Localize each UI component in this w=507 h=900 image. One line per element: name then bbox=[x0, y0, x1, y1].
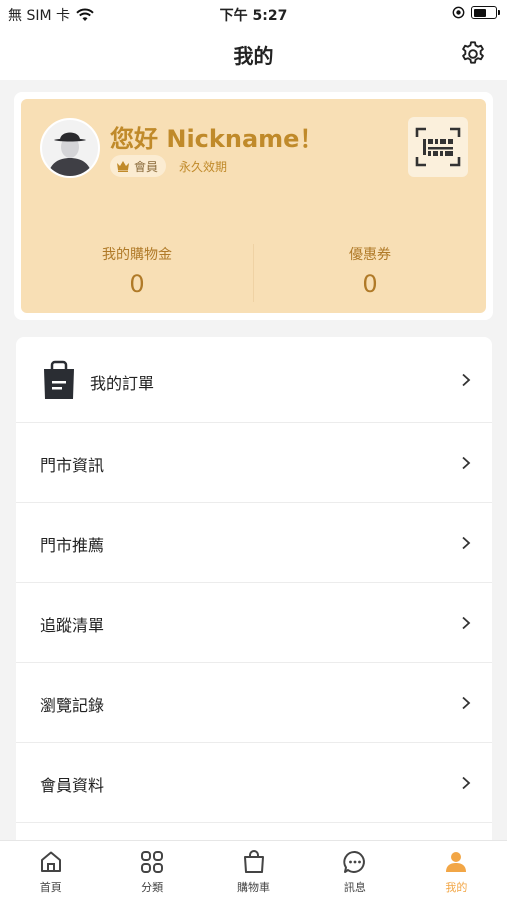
menu-item-label: 會員資料 bbox=[40, 776, 105, 795]
tab-label: 分類 bbox=[141, 881, 164, 894]
avatar[interactable] bbox=[40, 118, 100, 178]
shopping-bag-icon bbox=[44, 360, 74, 399]
shopping-credit-value: 0 bbox=[129, 270, 145, 298]
menu-item-store-info[interactable]: 門市資訊 bbox=[16, 423, 492, 503]
status-time: 下午 5:27 bbox=[219, 8, 288, 24]
tab-bar: 首頁 分類 購物車 訊息 我的 bbox=[0, 840, 507, 900]
menu-item-label: 門市推薦 bbox=[40, 536, 105, 555]
menu-item-history[interactable]: 瀏覽記錄 bbox=[16, 663, 492, 743]
chevron-right-icon bbox=[462, 456, 471, 470]
barcode-scan-icon bbox=[415, 127, 461, 167]
tab-profile[interactable]: 我的 bbox=[406, 841, 507, 900]
tab-label: 我的 bbox=[445, 881, 468, 894]
chevron-right-icon bbox=[462, 696, 471, 710]
greeting-text: 您好 Nickname！ bbox=[110, 125, 324, 153]
tab-category[interactable]: 分類 bbox=[101, 841, 202, 900]
chevron-right-icon bbox=[462, 616, 471, 630]
menu-item-orders[interactable]: 我的訂單 bbox=[16, 337, 492, 423]
coupon-value: 0 bbox=[362, 270, 378, 298]
chevron-right-icon bbox=[462, 776, 471, 790]
status-right bbox=[452, 6, 500, 19]
chevron-right-icon bbox=[462, 373, 471, 387]
orientation-lock-icon bbox=[452, 6, 465, 19]
member-level-badge: 會員 bbox=[110, 155, 167, 177]
tab-cart[interactable]: 購物車 bbox=[203, 841, 304, 900]
tab-label: 購物車 bbox=[237, 881, 271, 894]
tab-label: 首頁 bbox=[39, 881, 62, 894]
menu-item-store-recommend[interactable]: 門市推薦 bbox=[16, 503, 492, 583]
menu-item-label: 瀏覽記錄 bbox=[40, 696, 105, 715]
status-bar: 無 SIM 卡 下午 5:27 bbox=[0, 0, 507, 28]
gear-icon[interactable] bbox=[459, 40, 487, 68]
crown-icon bbox=[117, 161, 129, 172]
shopping-credit-stat[interactable]: 我的購物金 0 bbox=[21, 244, 253, 298]
coupon-label: 優惠券 bbox=[349, 247, 391, 263]
menu-item-label: 門市資訊 bbox=[40, 456, 105, 475]
shopping-bag-icon bbox=[243, 850, 264, 873]
tab-label: 訊息 bbox=[343, 881, 366, 894]
home-icon bbox=[40, 851, 61, 872]
page-title: 我的 bbox=[233, 44, 274, 68]
member-card: 您好 Nickname！ 會員 永久效期 我的購物金 0 優惠券 0 bbox=[21, 99, 486, 313]
chevron-right-icon bbox=[462, 536, 471, 550]
menu-item-label: 我的訂單 bbox=[90, 374, 155, 393]
coupon-stat[interactable]: 優惠券 0 bbox=[254, 244, 486, 298]
member-level-label: 會員 bbox=[134, 159, 159, 174]
member-barcode-button[interactable] bbox=[408, 117, 468, 177]
member-validity: 永久效期 bbox=[179, 160, 228, 174]
nav-bar: 我的 bbox=[0, 28, 507, 80]
menu-item-wishlist[interactable]: 追蹤清單 bbox=[16, 583, 492, 663]
shopping-credit-label: 我的購物金 bbox=[102, 247, 172, 263]
tab-home[interactable]: 首頁 bbox=[0, 841, 101, 900]
grid-icon bbox=[141, 851, 164, 873]
member-card-container: 您好 Nickname！ 會員 永久效期 我的購物金 0 優惠券 0 bbox=[14, 92, 493, 320]
chat-icon bbox=[343, 851, 365, 873]
avatar-silhouette-icon bbox=[42, 120, 98, 176]
menu-item-profile[interactable]: 會員資料 bbox=[16, 743, 492, 823]
user-icon bbox=[446, 852, 467, 872]
menu-item-label: 追蹤清單 bbox=[40, 616, 105, 635]
battery-icon bbox=[471, 6, 500, 19]
tab-messages[interactable]: 訊息 bbox=[304, 841, 405, 900]
menu-list: 我的訂單 門市資訊 門市推薦 追蹤清單 瀏覽記錄 會員資料 bbox=[16, 337, 492, 847]
